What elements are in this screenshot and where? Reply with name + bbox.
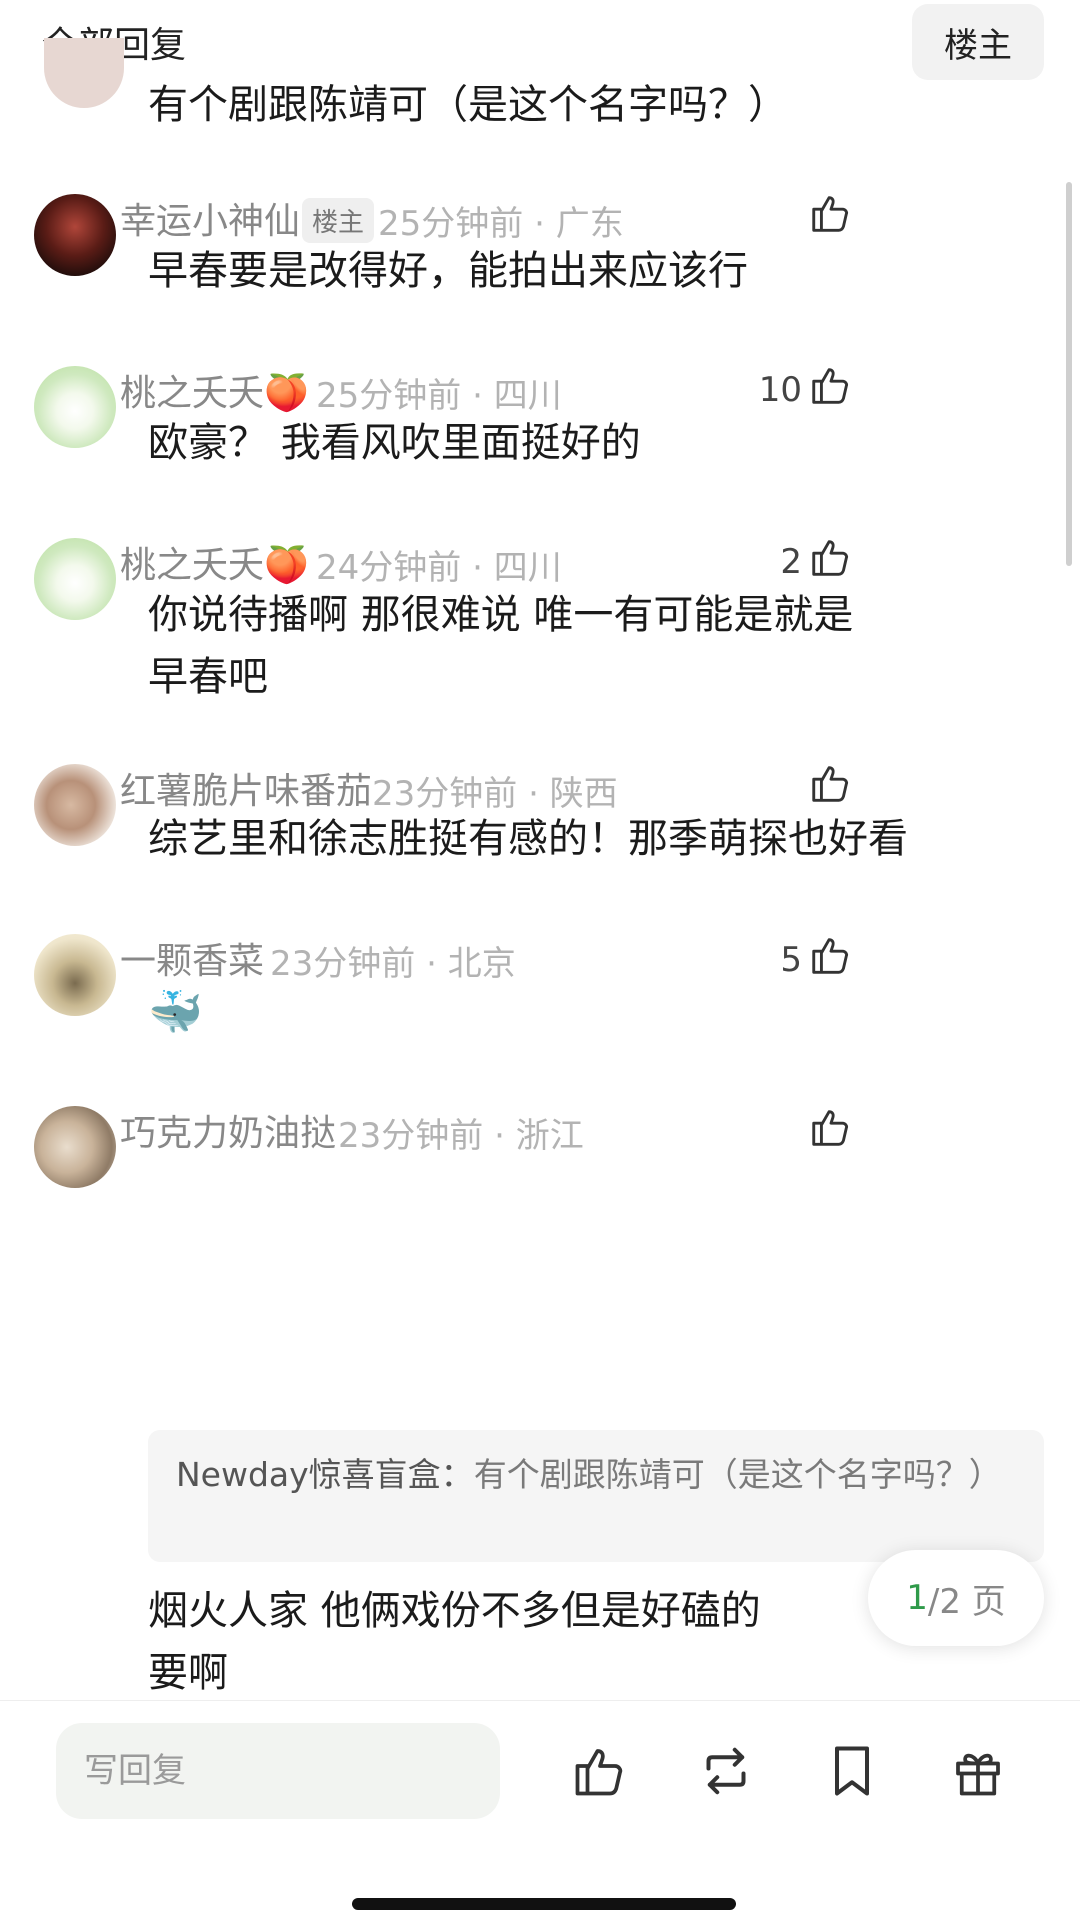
bottom-action-bar: [0, 1700, 1080, 1924]
username[interactable]: 红薯脆片味番茄: [120, 762, 372, 814]
thumb-up-icon[interactable]: [808, 534, 854, 580]
username[interactable]: 一颗香菜: [120, 932, 264, 984]
comment-content: 早春要是改得好，能拍出来应该行: [148, 248, 748, 294]
quoted-reply[interactable]: Newday惊喜盲盒：有个剧跟陈靖可（是这个名字吗？）: [148, 1430, 1044, 1562]
bookmark-icon[interactable]: [822, 1741, 882, 1801]
comment-meta: 23分钟前 · 北京: [270, 944, 516, 984]
username[interactable]: 桃之夭夭🍑: [120, 364, 309, 416]
comment-content: 欧豪？ 我看风吹里面挺好的: [148, 420, 641, 466]
comment-location: 浙江: [515, 1116, 584, 1156]
comment-content: 烟火人家 他俩戏份不多但是好磕的要啊: [148, 1588, 761, 1696]
thumb-up-icon[interactable]: [808, 190, 854, 236]
comment-meta: 25分钟前 · 四川: [316, 376, 562, 416]
avatar[interactable]: [34, 194, 116, 276]
reply-input[interactable]: [56, 1723, 500, 1819]
comment-time: 23分钟前: [338, 1116, 484, 1156]
avatar[interactable]: [34, 366, 116, 448]
avatar[interactable]: [34, 538, 116, 620]
username[interactable]: 幸运小神仙: [120, 192, 300, 244]
quoted-text: 有个剧跟陈靖可（是这个名字吗？）: [473, 1455, 1002, 1494]
like-count: 2: [780, 542, 802, 582]
scrollbar[interactable]: [1066, 182, 1072, 566]
thumb-up-icon[interactable]: [808, 932, 854, 978]
current-page: 1: [906, 1578, 928, 1618]
username[interactable]: 巧克力奶油挞: [120, 1104, 336, 1156]
comment-content: 你说待播啊 那很难说 唯一有可能是就是早春吧: [148, 592, 854, 700]
comment-content: 有个剧跟陈靖可（是这个名字吗？）: [148, 82, 788, 128]
comment-location: 北京: [447, 944, 516, 984]
like-count: 5: [780, 940, 802, 980]
like-count: 10: [758, 370, 802, 410]
avatar[interactable]: [34, 764, 116, 846]
only-op-button[interactable]: 楼主: [912, 4, 1044, 80]
home-indicator[interactable]: [352, 1898, 736, 1910]
comment-time: 25分钟前: [378, 204, 524, 244]
comment-location: 四川: [493, 376, 562, 416]
thumb-up-icon[interactable]: [808, 760, 854, 806]
op-badge: 楼主: [302, 198, 375, 243]
avatar[interactable]: [34, 1106, 116, 1188]
thumb-up-icon[interactable]: [808, 362, 854, 408]
avatar[interactable]: [44, 38, 124, 108]
comment-meta: 23分钟前 · 浙江: [338, 1116, 584, 1156]
page-indicator[interactable]: 1/2 页: [868, 1550, 1044, 1646]
thumb-up-icon[interactable]: [808, 1104, 854, 1150]
comment-time: 24分钟前: [316, 548, 462, 588]
comment-content: 综艺里和徐志胜挺有感的！那季萌探也好看: [148, 816, 908, 862]
total-pages: /2 页: [927, 1581, 1006, 1622]
gift-icon[interactable]: [948, 1741, 1008, 1801]
comment-meta: 25分钟前 · 广东: [378, 204, 624, 244]
comment-meta: 24分钟前 · 四川: [316, 548, 562, 588]
avatar[interactable]: [34, 934, 116, 1016]
header: 全部回复 楼主: [0, 0, 1080, 82]
repost-icon[interactable]: [696, 1741, 756, 1801]
thumb-up-icon[interactable]: [570, 1741, 630, 1801]
username[interactable]: 桃之夭夭🍑: [120, 536, 309, 588]
comment-content: 🐳: [148, 987, 203, 1038]
comment-time: 25分钟前: [316, 376, 462, 416]
comment-time: 23分钟前: [270, 944, 416, 984]
comment-location: 广东: [555, 204, 624, 244]
quoted-username: Newday惊喜盲盒：: [176, 1455, 474, 1494]
comment-location: 四川: [493, 548, 562, 588]
